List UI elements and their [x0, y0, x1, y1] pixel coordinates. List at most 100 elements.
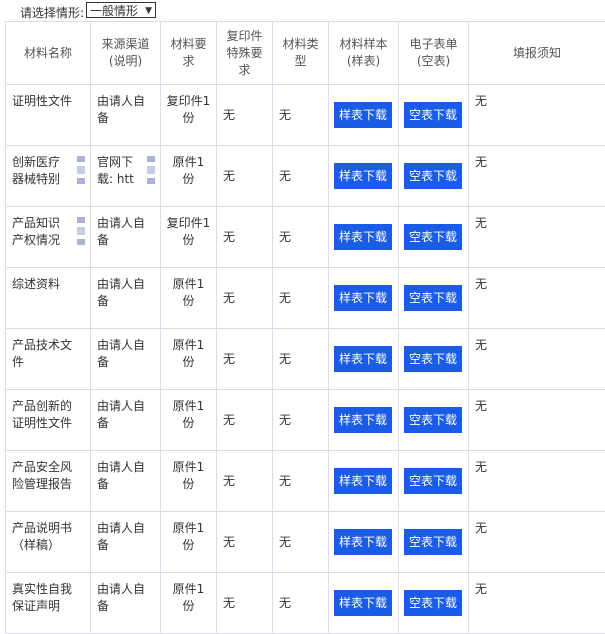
filling-notes-cell: 无 — [469, 85, 605, 146]
table-row: 综述资料由请人自备原件1份无无样表下载空表下载无 — [6, 268, 605, 329]
sample-cell: 样表下载 — [329, 329, 399, 390]
blank-download-button[interactable]: 空表下载 — [404, 163, 462, 189]
sample-download-button[interactable]: 样表下载 — [334, 407, 392, 433]
blank-form-cell: 空表下载 — [399, 390, 469, 451]
filling-notes-cell: 无 — [469, 329, 605, 390]
material-type-cell: 无 — [273, 329, 329, 390]
scroll-thumb[interactable] — [77, 166, 85, 174]
source-cell: 由请人自备 — [91, 573, 161, 634]
scroll-up-icon[interactable] — [77, 217, 85, 223]
material-name-cell: 产品创新的证明性文件 — [6, 390, 91, 451]
requirement-cell: 原件1份 — [161, 268, 217, 329]
table-header-row: 材料名称来源渠道(说明)材料要求复印件特殊要求材料类型材料样本(样表)电子表单(… — [6, 22, 605, 85]
table-row: 产品知识产权情况及证明文由请人自备复印件1份无无样表下载空表下载无 — [6, 207, 605, 268]
situation-select-value: 一般情形 — [90, 4, 138, 18]
scroll-down-icon[interactable] — [77, 178, 85, 184]
column-header: 材料名称 — [6, 22, 91, 85]
blank-download-button[interactable]: 空表下载 — [404, 407, 462, 433]
copy-requirement-cell: 无 — [217, 573, 273, 634]
material-type-cell: 无 — [273, 573, 329, 634]
source-cell: 官网下载: http://sam — [91, 146, 161, 207]
source-cell: 由请人自备 — [91, 451, 161, 512]
blank-form-cell: 空表下载 — [399, 146, 469, 207]
dropdown-arrow-icon: ▼ — [145, 3, 152, 19]
blank-form-cell: 空表下载 — [399, 451, 469, 512]
blank-download-button[interactable]: 空表下载 — [404, 590, 462, 616]
material-name-cell: 综述资料 — [6, 268, 91, 329]
column-header: 材料要求 — [161, 22, 217, 85]
copy-requirement-cell: 无 — [217, 512, 273, 573]
scroll-thumb[interactable] — [77, 227, 85, 235]
sample-download-button[interactable]: 样表下载 — [334, 102, 392, 128]
blank-form-cell: 空表下载 — [399, 85, 469, 146]
scroll-up-icon[interactable] — [147, 156, 155, 162]
requirement-cell: 原件1份 — [161, 329, 217, 390]
material-name-cell: 产品安全风险管理报告 — [6, 451, 91, 512]
column-header: 电子表单(空表) — [399, 22, 469, 85]
material-name-scroll: 产品知识产权情况及证明文 — [12, 215, 86, 249]
source-cell: 由请人自备 — [91, 329, 161, 390]
sample-download-button[interactable]: 样表下载 — [334, 224, 392, 250]
table-row: 创新医疗器械特别审批申请官网下载: http://sam原件1份无无样表下载空表… — [6, 146, 605, 207]
filling-notes-cell: 无 — [469, 268, 605, 329]
material-name-scroll: 创新医疗器械特别审批申请 — [12, 154, 86, 188]
situation-label: 请选择情形: — [20, 4, 84, 21]
sample-download-button[interactable]: 样表下载 — [334, 346, 392, 372]
scrollbar[interactable] — [76, 215, 86, 249]
blank-download-button[interactable]: 空表下载 — [404, 529, 462, 555]
column-header: 材料样本(样表) — [329, 22, 399, 85]
source-cell: 由请人自备 — [91, 85, 161, 146]
scroll-down-icon[interactable] — [77, 239, 85, 245]
sample-cell: 样表下载 — [329, 390, 399, 451]
requirement-cell: 原件1份 — [161, 573, 217, 634]
sample-download-button[interactable]: 样表下载 — [334, 468, 392, 494]
material-type-cell: 无 — [273, 85, 329, 146]
blank-form-cell: 空表下载 — [399, 512, 469, 573]
copy-requirement-cell: 无 — [217, 329, 273, 390]
column-header: 填报须知 — [469, 22, 605, 85]
table-row: 产品技术文件由请人自备原件1份无无样表下载空表下载无 — [6, 329, 605, 390]
scroll-down-icon[interactable] — [147, 178, 155, 184]
material-type-cell: 无 — [273, 512, 329, 573]
copy-requirement-cell: 无 — [217, 451, 273, 512]
blank-download-button[interactable]: 空表下载 — [404, 468, 462, 494]
column-header: 复印件特殊要求 — [217, 22, 273, 85]
copy-requirement-cell: 无 — [217, 268, 273, 329]
filling-notes-cell: 无 — [469, 207, 605, 268]
filling-notes-cell: 无 — [469, 573, 605, 634]
blank-form-cell: 空表下载 — [399, 573, 469, 634]
requirement-cell: 复印件1份 — [161, 207, 217, 268]
material-type-cell: 无 — [273, 146, 329, 207]
scrollbar[interactable] — [146, 154, 156, 188]
sample-cell: 样表下载 — [329, 451, 399, 512]
scroll-up-icon[interactable] — [77, 156, 85, 162]
blank-download-button[interactable]: 空表下载 — [404, 346, 462, 372]
blank-download-button[interactable]: 空表下载 — [404, 285, 462, 311]
scroll-thumb[interactable] — [147, 166, 155, 174]
copy-requirement-cell: 无 — [217, 390, 273, 451]
sample-download-button[interactable]: 样表下载 — [334, 529, 392, 555]
situation-select[interactable]: 一般情形 ▼ — [86, 2, 156, 18]
blank-form-cell: 空表下载 — [399, 207, 469, 268]
sample-download-button[interactable]: 样表下载 — [334, 285, 392, 311]
column-header: 材料类型 — [273, 22, 329, 85]
copy-requirement-cell: 无 — [217, 207, 273, 268]
material-name-cell: 真实性自我保证声明 — [6, 573, 91, 634]
blank-download-button[interactable]: 空表下载 — [404, 224, 462, 250]
material-name-cell: 产品说明书（样稿） — [6, 512, 91, 573]
source-cell: 由请人自备 — [91, 207, 161, 268]
scrollbar[interactable] — [76, 154, 86, 188]
material-type-cell: 无 — [273, 268, 329, 329]
table-row: 产品说明书（样稿）由请人自备原件1份无无样表下载空表下载无 — [6, 512, 605, 573]
blank-download-button[interactable]: 空表下载 — [404, 102, 462, 128]
material-name-cell: 创新医疗器械特别审批申请 — [6, 146, 91, 207]
sample-download-button[interactable]: 样表下载 — [334, 590, 392, 616]
requirement-cell: 原件1份 — [161, 390, 217, 451]
column-header: 来源渠道(说明) — [91, 22, 161, 85]
copy-requirement-cell: 无 — [217, 146, 273, 207]
sample-cell: 样表下载 — [329, 512, 399, 573]
material-name-cell: 证明性文件 — [6, 85, 91, 146]
sample-download-button[interactable]: 样表下载 — [334, 163, 392, 189]
materials-table: 材料名称来源渠道(说明)材料要求复印件特殊要求材料类型材料样本(样表)电子表单(… — [5, 21, 605, 634]
filling-notes-cell: 无 — [469, 512, 605, 573]
